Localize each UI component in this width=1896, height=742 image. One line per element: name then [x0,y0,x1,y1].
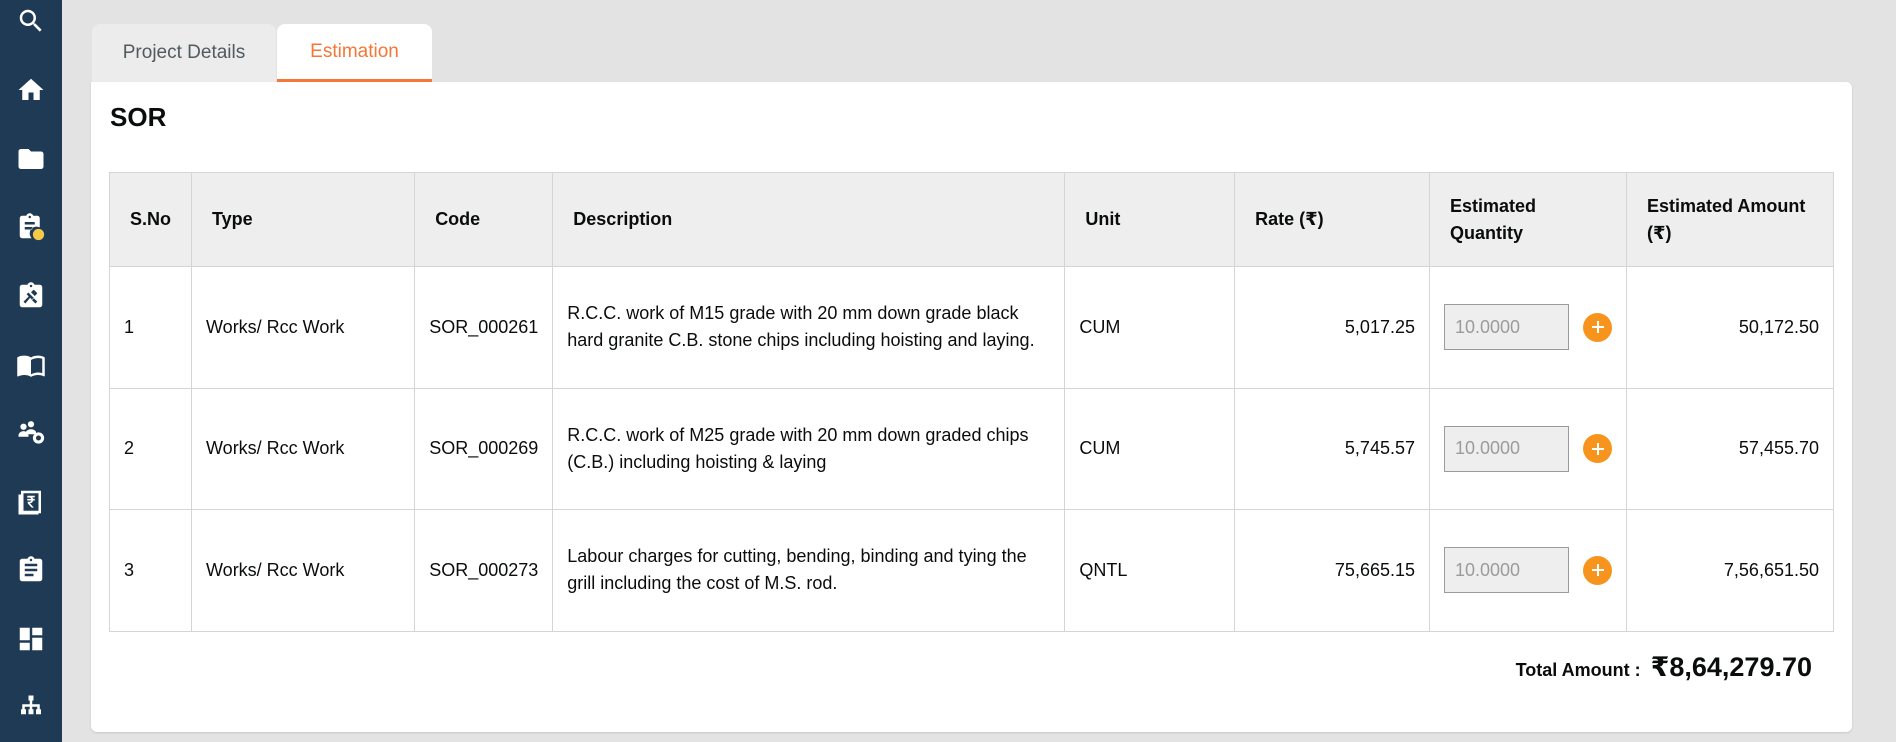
table-row: 2 Works/ Rcc Work SOR_000269 R.C.C. work… [108,387,1834,510]
header-description: Description [552,172,1066,267]
cell-code: SOR_000273 [414,509,554,632]
cell-type: Works/ Rcc Work [191,509,416,632]
add-quantity-button[interactable] [1583,312,1612,342]
total-amount: Total Amount : ₹8,64,279.70 [1516,652,1812,683]
cell-sno: 3 [108,509,193,632]
tab-project-details[interactable]: Project Details [92,24,276,82]
cell-description: R.C.C. work of M25 grade with 20 mm down… [552,387,1066,510]
folder-icon[interactable] [13,141,49,177]
cell-code: SOR_000261 [414,266,554,389]
cell-unit: QNTL [1064,509,1236,632]
cell-unit: CUM [1064,266,1236,389]
cell-type: Works/ Rcc Work [191,266,416,389]
cell-code: SOR_000269 [414,387,554,510]
cell-rate: 5,017.25 [1234,266,1430,389]
cell-quantity [1429,509,1627,632]
book-icon[interactable] [13,347,49,383]
home-icon[interactable] [13,72,49,108]
plus-icon [1591,321,1604,334]
header-sno: S.No [108,172,193,267]
header-estimated-quantity: Estimated Quantity [1429,172,1627,267]
rupee-receipt-icon[interactable] [13,484,49,520]
sidebar [0,0,62,742]
plus-icon [1591,442,1604,455]
sor-table: S.No Type Code Description Unit Rate (₹)… [108,172,1834,632]
estimation-card: SOR S.No Type Code Description Unit Rate… [91,82,1852,732]
quantity-input[interactable] [1444,425,1569,472]
add-quantity-button[interactable] [1583,555,1612,585]
cell-sno: 2 [108,387,193,510]
plus-icon [1591,564,1604,577]
cell-amount: 50,172.50 [1626,266,1834,389]
clipboard-rupee-icon[interactable] [13,209,49,245]
cell-rate: 5,745.57 [1234,387,1430,510]
assignment-icon[interactable] [13,552,49,588]
section-title: SOR [110,102,167,132]
people-settings-icon[interactable] [13,415,49,451]
header-type: Type [191,172,416,267]
tab-estimation[interactable]: Estimation [277,24,432,82]
cell-description: R.C.C. work of M15 grade with 20 mm down… [552,266,1066,389]
header-rate: Rate (₹) [1234,172,1430,267]
cell-unit: CUM [1064,387,1236,510]
cell-sno: 1 [108,266,193,389]
header-estimated-amount: Estimated Amount (₹) [1626,172,1834,267]
search-icon[interactable] [13,3,49,39]
table-row: 1 Works/ Rcc Work SOR_000261 R.C.C. work… [108,266,1834,389]
header-unit: Unit [1064,172,1236,267]
tools-clipboard-icon[interactable] [13,278,49,314]
cell-rate: 75,665.15 [1234,509,1430,632]
quantity-input[interactable] [1444,304,1569,351]
cell-quantity [1429,266,1627,389]
add-quantity-button[interactable] [1583,434,1612,464]
table-header-row: S.No Type Code Description Unit Rate (₹)… [108,172,1834,267]
hierarchy-icon[interactable] [13,690,49,726]
cell-quantity [1429,387,1627,510]
total-label: Total Amount : [1515,660,1641,680]
table-row: 3 Works/ Rcc Work SOR_000273 Labour char… [108,509,1834,632]
quantity-input[interactable] [1444,547,1569,594]
header-code: Code [414,172,554,267]
cell-amount: 57,455.70 [1626,387,1834,510]
cell-amount: 7,56,651.50 [1626,509,1834,632]
cell-type: Works/ Rcc Work [191,387,416,510]
cell-description: Labour charges for cutting, bending, bin… [552,509,1066,632]
total-value: ₹8,64,279.70 [1650,652,1812,682]
dashboard-icon[interactable] [13,621,49,657]
